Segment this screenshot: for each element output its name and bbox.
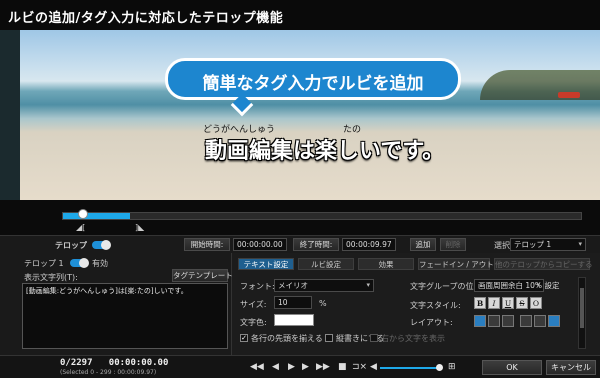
expand-icon[interactable]: ⊞ — [448, 362, 456, 372]
italic-button[interactable]: I — [488, 297, 500, 309]
telop-item-toggle[interactable] — [70, 258, 89, 268]
vertical-checkbox[interactable] — [325, 334, 333, 342]
preview-edge — [0, 30, 20, 200]
align-lines-checkbox[interactable]: ✓ — [240, 334, 248, 342]
start-time-input[interactable]: 00:00:00.00 — [233, 238, 287, 251]
volume-slider[interactable] — [380, 364, 443, 371]
end-time-button[interactable]: 終了時間: — [293, 238, 339, 251]
font-select[interactable]: メイリオ — [274, 279, 374, 292]
bold-button[interactable]: B — [474, 297, 486, 309]
telop-toolbar: テロップ 開始時間: 00:00:00.00 終了時間: 00:00:09.97… — [0, 235, 600, 253]
tab-copy-from-telop[interactable]: 他のテロップからコピーする — [494, 258, 593, 270]
add-button[interactable]: 追加 — [410, 238, 436, 251]
out-marker[interactable]: ]◣ — [135, 223, 144, 232]
display-text-label: 表示文字列(T): — [24, 273, 78, 282]
title-bar: ルビの追加/タグ入力に対応したテロップ機能 — [0, 0, 600, 30]
settings-panel: テキスト設定 ルビ設定 効果 フェードイン / アウト 他のテロップからコピーす… — [232, 253, 600, 355]
delete-button[interactable]: 削除 — [440, 238, 466, 251]
timeline-fill — [63, 213, 131, 219]
playhead-handle[interactable] — [78, 209, 88, 219]
layout-label: レイアウト: — [410, 318, 453, 327]
telop-label: テロップ — [55, 241, 87, 250]
layout-top-icon[interactable] — [520, 315, 532, 327]
bubble-text: 簡単なタグ入力でルビを追加 — [202, 74, 424, 94]
timeline-strip: ◢[ ]◣ — [0, 200, 600, 235]
ok-button[interactable]: OK — [482, 360, 542, 375]
in-marker[interactable]: ◢[ — [76, 223, 85, 232]
layout-right-icon[interactable] — [502, 315, 514, 327]
color-label: 文字色: — [240, 318, 267, 327]
size-unit: % — [319, 299, 327, 308]
telop-select[interactable]: テロップ 1 — [510, 238, 586, 251]
next-frame-icon[interactable]: ▶ — [302, 362, 309, 372]
rewind-icon[interactable]: ◀◀ — [250, 362, 264, 372]
island-shape — [480, 70, 600, 100]
telop-list-panel: テロップ 1 有効 表示文字列(T): タグテンプレート [動画編集:どうがへん… — [0, 253, 233, 355]
display-text-value: [動画編集:どうがへんしゅう]は[楽:たの]しいです。 — [26, 287, 188, 295]
right-to-left-label: 右から文字を表示 — [381, 334, 445, 343]
scrollbar-thumb[interactable] — [580, 288, 584, 328]
settings-scrollbar[interactable] — [578, 277, 586, 349]
loop-icon[interactable]: ⊐× — [352, 362, 367, 372]
preview-image: 簡単なタグ入力でルビを追加 どうがへんしゅう たの 動画編集は楽しいです。 — [20, 30, 600, 200]
bottom-bar: 0/2297 00:00:00.00 (Selected 0 - 299 : 0… — [0, 355, 600, 378]
strikethrough-button[interactable]: S — [516, 297, 528, 309]
layout-center-icon[interactable] — [488, 315, 500, 327]
video-preview: 簡単なタグ入力でルビを追加 どうがへんしゅう たの 動画編集は楽しいです。 — [0, 30, 600, 200]
layout-bottom-icon[interactable] — [548, 315, 560, 327]
cancel-button[interactable]: キャンセル — [546, 360, 596, 375]
stop-icon[interactable]: ■ — [338, 362, 347, 372]
play-icon[interactable]: ▶ — [288, 362, 295, 372]
enabled-label: 有効 — [92, 259, 108, 268]
tab-effects[interactable]: 効果 — [358, 258, 414, 270]
speaker-icon[interactable]: ◀ — [370, 362, 377, 372]
text-color-swatch[interactable] — [274, 314, 314, 326]
frame-counter: 0/2297 00:00:00.00 — [60, 358, 169, 368]
size-label: サイズ: — [240, 300, 267, 309]
bubble-tail — [230, 93, 254, 117]
size-input[interactable]: 10 — [274, 296, 312, 309]
fast-forward-icon[interactable]: ▶▶ — [316, 362, 330, 372]
layout-left-icon[interactable] — [474, 315, 486, 327]
text-style-label: 文字スタイル: — [410, 301, 461, 310]
underline-button[interactable]: U — [502, 297, 514, 309]
caption-text: 動画編集は楽しいです。 — [205, 139, 445, 164]
end-time-input[interactable]: 00:00:09.97 — [342, 238, 396, 251]
timeline-track[interactable] — [62, 212, 582, 220]
telop-item-label[interactable]: テロップ 1 — [24, 258, 64, 269]
callout-bubble: 簡単なタグ入力でルビを追加 — [165, 58, 461, 117]
align-lines-label: 各行の先頭を揃える — [251, 334, 323, 343]
tag-template-button[interactable]: タグテンプレート — [172, 269, 233, 282]
tab-text-settings[interactable]: テキスト設定 — [238, 258, 294, 270]
tab-fade[interactable]: フェードイン / アウト — [418, 258, 494, 270]
telop-toggle[interactable] — [92, 240, 111, 250]
start-time-button[interactable]: 開始時間: — [184, 238, 230, 251]
tab-ruby-settings[interactable]: ルビ設定 — [298, 258, 354, 270]
layout-middle-icon[interactable] — [534, 315, 546, 327]
prev-frame-icon[interactable]: ◀ — [272, 362, 279, 372]
window-title: ルビの追加/タグ入力に対応したテロップ機能 — [8, 11, 284, 26]
boat-shape — [558, 92, 580, 98]
font-label: フォント: — [240, 282, 275, 291]
outline-button[interactable]: O — [530, 297, 542, 309]
group-position-select[interactable]: 画面周囲余白 10% 設定 — [474, 279, 559, 292]
display-text-input[interactable]: [動画編集:どうがへんしゅう]は[楽:たの]しいです。 — [22, 283, 228, 349]
right-to-left-checkbox[interactable] — [370, 334, 378, 342]
selection-range: (Selected 0 - 299 : 00:00:09.97) — [60, 369, 157, 376]
